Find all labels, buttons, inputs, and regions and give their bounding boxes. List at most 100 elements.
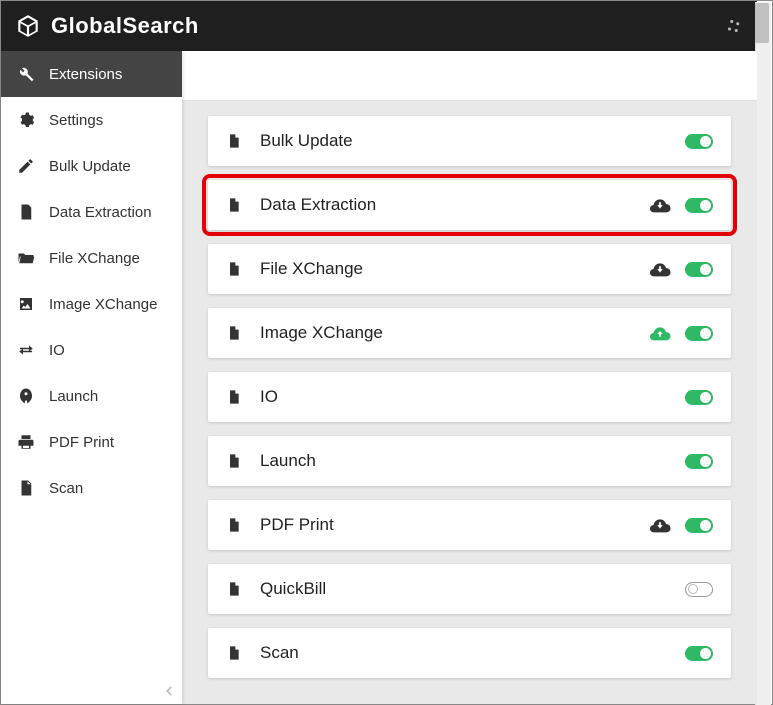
cloud-green-icon[interactable] — [649, 325, 671, 341]
main-panel: Bulk Update Data Extraction File XChange Im… — [182, 51, 757, 704]
sidebar-item-extensions[interactable]: Extensions — [1, 51, 182, 97]
card-left: Scan — [226, 643, 299, 663]
sidebar-item-label: IO — [49, 342, 65, 359]
sidebar-item-pdf-print[interactable]: PDF Print — [1, 419, 182, 465]
sidebar-item-file-xchange[interactable]: File XChange — [1, 235, 182, 281]
print-icon — [17, 433, 35, 451]
enable-toggle[interactable] — [685, 646, 713, 661]
header-brand: GlobalSearch — [15, 13, 199, 39]
extension-card-bulk-update[interactable]: Bulk Update — [208, 116, 731, 166]
extension-title: IO — [260, 387, 278, 407]
folder-open-icon — [17, 249, 35, 267]
cloud-dark-icon[interactable] — [649, 261, 671, 277]
extension-title: Launch — [260, 451, 316, 471]
doc-icon — [17, 479, 35, 497]
toggle-knob — [700, 520, 711, 531]
app-root: GlobalSearch ExtensionsSettingsBulk Upda… — [1, 1, 757, 704]
extension-card-data-extraction[interactable]: Data Extraction — [208, 180, 731, 230]
toggle-knob — [700, 328, 711, 339]
sidebar-item-label: Image XChange — [49, 296, 157, 313]
extension-card-pdf-print[interactable]: PDF Print — [208, 500, 731, 550]
file-icon — [226, 195, 242, 215]
extension-card-scan[interactable]: Scan — [208, 628, 731, 678]
extension-card-io[interactable]: IO — [208, 372, 731, 422]
extension-card-image-xchange[interactable]: Image XChange — [208, 308, 731, 358]
file-icon — [226, 643, 242, 663]
card-left: IO — [226, 387, 278, 407]
enable-toggle[interactable] — [685, 134, 713, 149]
card-left: Data Extraction — [226, 195, 376, 215]
toggle-knob — [700, 200, 711, 211]
sidebar-item-io[interactable]: IO — [1, 327, 182, 373]
wrench-icon — [17, 65, 35, 83]
edit-icon — [17, 157, 35, 175]
card-left: QuickBill — [226, 579, 326, 599]
sidebar-collapse-button[interactable] — [162, 684, 176, 698]
sidebar-item-label: Extensions — [49, 66, 122, 83]
sidebar-item-data-extraction[interactable]: Data Extraction — [1, 189, 182, 235]
card-left: Image XChange — [226, 323, 383, 343]
toggle-knob — [700, 392, 711, 403]
toggle-knob — [700, 456, 711, 467]
extension-title: Image XChange — [260, 323, 383, 343]
card-right — [649, 325, 713, 341]
transfer-icon — [17, 341, 35, 359]
extension-title: Scan — [260, 643, 299, 663]
sidebar-item-label: File XChange — [49, 250, 140, 267]
card-right — [685, 646, 713, 661]
card-left: Launch — [226, 451, 316, 471]
window-scrollbar-thumb[interactable] — [755, 3, 769, 43]
app-header: GlobalSearch — [1, 1, 757, 51]
brand-logo-icon — [15, 13, 41, 39]
extension-title: QuickBill — [260, 579, 326, 599]
enable-toggle[interactable] — [685, 390, 713, 405]
card-right — [685, 582, 713, 597]
gear-icon — [17, 111, 35, 129]
image-icon — [17, 295, 35, 313]
enable-toggle[interactable] — [685, 262, 713, 277]
card-right — [649, 517, 713, 533]
card-left: PDF Print — [226, 515, 334, 535]
sidebar-item-label: PDF Print — [49, 434, 114, 451]
sidebar-item-launch[interactable]: Launch — [1, 373, 182, 419]
extension-title: Bulk Update — [260, 131, 353, 151]
file-icon — [226, 131, 242, 151]
extension-title: PDF Print — [260, 515, 334, 535]
card-right — [649, 261, 713, 277]
enable-toggle[interactable] — [685, 454, 713, 469]
extension-title: File XChange — [260, 259, 363, 279]
card-left: Bulk Update — [226, 131, 353, 151]
sidebar-item-settings[interactable]: Settings — [1, 97, 182, 143]
cloud-dark-icon[interactable] — [649, 517, 671, 533]
extension-card-launch[interactable]: Launch — [208, 436, 731, 486]
extension-card-file-xchange[interactable]: File XChange — [208, 244, 731, 294]
sidebar-item-label: Scan — [49, 480, 83, 497]
window-scrollbar-track[interactable] — [755, 2, 771, 705]
app-body: Extensions Settings Bulk Update Data Extrac… — [1, 51, 757, 704]
cloud-dark-icon[interactable] — [649, 197, 671, 213]
card-right — [685, 390, 713, 405]
rocket-icon — [17, 387, 35, 405]
file-icon — [226, 451, 242, 471]
sidebar-item-label: Bulk Update — [49, 158, 131, 175]
header-settings-icon[interactable] — [725, 17, 743, 35]
toggle-knob — [700, 648, 711, 659]
sidebar-item-bulk-update[interactable]: Bulk Update — [1, 143, 182, 189]
card-right — [649, 197, 713, 213]
enable-toggle[interactable] — [685, 198, 713, 213]
enable-toggle[interactable] — [685, 326, 713, 341]
doc-lines-icon — [17, 203, 35, 221]
app-title: GlobalSearch — [51, 13, 199, 39]
extension-card-quickbill[interactable]: QuickBill — [208, 564, 731, 614]
file-icon — [226, 515, 242, 535]
sidebar-item-label: Launch — [49, 388, 98, 405]
sidebar-item-image-xchange[interactable]: Image XChange — [1, 281, 182, 327]
file-icon — [226, 387, 242, 407]
enable-toggle[interactable] — [685, 582, 713, 597]
enable-toggle[interactable] — [685, 518, 713, 533]
file-icon — [226, 323, 242, 343]
card-left: File XChange — [226, 259, 363, 279]
sidebar-item-label: Data Extraction — [49, 204, 152, 221]
card-right — [685, 134, 713, 149]
sidebar-item-scan[interactable]: Scan — [1, 465, 182, 511]
